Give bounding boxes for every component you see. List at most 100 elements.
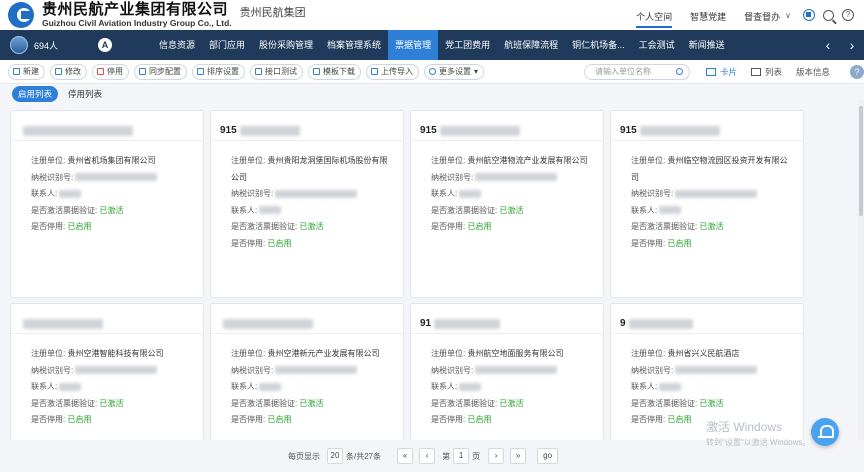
- chevron-down-icon: ▾: [474, 67, 479, 76]
- card-activate-row: 是否激活票据验证: 已激活: [231, 219, 403, 236]
- template-download-button[interactable]: 模板下载: [308, 63, 361, 80]
- vertical-scrollbar[interactable]: [858, 100, 864, 440]
- activate-label: 是否激活票据验证:: [31, 205, 98, 215]
- activate-status: 已激活: [299, 398, 324, 408]
- next-page-button[interactable]: ›: [488, 448, 505, 464]
- nav-scroll-left-icon[interactable]: ‹: [816, 37, 840, 53]
- company-card[interactable]: 915 注册单位: 贵州临空物流园区投资开发有限公司 纳税识别号: 联系人: 是否激…: [610, 110, 804, 298]
- nav-union-test[interactable]: 工会测试: [632, 30, 682, 60]
- app-switch-icon[interactable]: A: [98, 38, 112, 52]
- per-page-select[interactable]: 20: [327, 448, 343, 464]
- card-tax-row: 纳税识别号:: [31, 363, 203, 380]
- sort-icon: [197, 68, 204, 75]
- disabled-label: 是否停用:: [431, 415, 466, 424]
- edit-icon: [55, 68, 62, 75]
- card-unit-row: 注册单位: 贵州省兴义民航酒店: [631, 346, 803, 363]
- nav-tongren-airport[interactable]: 铜仁机场备...: [565, 30, 632, 60]
- card-disabled-row: 是否停用: 已启用: [431, 219, 603, 236]
- sync-config-button[interactable]: 同步配置: [134, 63, 187, 80]
- contact-label: 联系人:: [31, 382, 58, 391]
- notification-bell-icon[interactable]: [811, 418, 839, 446]
- company-card[interactable]: 注册单位: 贵州省机场集团有限公司 纳税识别号: 联系人: 是否激活票据验证: 已…: [10, 110, 204, 298]
- company-card[interactable]: 91 注册单位: 贵州航空地面服务有限公司 纳税识别号: 联系人: 是否激活票据验证…: [410, 303, 604, 440]
- help-icon[interactable]: ?: [850, 65, 864, 79]
- first-page-button[interactable]: «: [397, 448, 414, 464]
- online-users[interactable]: 694人: [0, 30, 86, 60]
- activate-status: 已激活: [99, 205, 124, 215]
- company-card[interactable]: 915 注册单位: 贵州航空港物流产业发展有限公司 纳税识别号: 联系人: 是否激活…: [410, 110, 604, 298]
- card-contact-row: 联系人:: [631, 379, 803, 396]
- tax-code-prefix: 915: [220, 125, 237, 136]
- nav-scroll-right-icon[interactable]: ›: [840, 37, 864, 53]
- redacted-code: [239, 125, 300, 136]
- card-tax-row: 纳税识别号:: [231, 186, 403, 203]
- card-contact-row: 联系人:: [31, 186, 203, 203]
- disable-button[interactable]: 停用: [92, 63, 129, 80]
- more-settings-button[interactable]: 更多设置 ▾: [424, 63, 485, 80]
- tax-label: 纳税识别号:: [31, 365, 74, 375]
- card-tax-row: 纳税识别号:: [231, 363, 403, 380]
- tab-enabled-list[interactable]: 启用列表: [12, 86, 59, 102]
- card-unit-row: 注册单位: 贵州空港智能科技有限公司: [31, 346, 203, 363]
- company-name-cn: 贵州民航产业集团有限公司: [42, 1, 229, 19]
- unit-label: 注册单位:: [431, 156, 466, 165]
- go-button[interactable]: go: [537, 448, 559, 464]
- scrollbar-thumb[interactable]: [859, 106, 863, 216]
- company-card[interactable]: 915 注册单位: 贵州贵阳龙洞堡国际机场股份有限公司 纳税识别号: 联系人: 是否…: [210, 110, 404, 298]
- card-disabled-row: 是否停用: 已启用: [231, 412, 403, 429]
- card-view-toggle[interactable]: 卡片: [706, 66, 737, 78]
- unit-search-input[interactable]: 请输入单位名称: [584, 64, 690, 80]
- nav-invoice-mgmt[interactable]: 票据管理: [388, 30, 439, 60]
- nav-news[interactable]: 新闻推送: [682, 30, 732, 60]
- card-disabled-row: 是否停用: 已启用: [431, 412, 603, 429]
- card-unit-row: 注册单位: 贵州航空港物流产业发展有限公司: [431, 153, 595, 170]
- upload-import-button[interactable]: 上传导入: [366, 63, 419, 80]
- redacted-tax-id: [75, 173, 158, 182]
- redacted-code: [439, 125, 520, 136]
- page-number-input[interactable]: 1: [453, 448, 470, 464]
- edit-button[interactable]: 修改: [50, 63, 87, 80]
- link-smart-party[interactable]: 智慧党建: [690, 0, 726, 30]
- version-info-link[interactable]: 版本信息: [796, 66, 830, 78]
- action-toolbar: 新建 修改 停用 同步配置 排序设置 接口测试 模板下载 上传导入 更多设置 ▾ …: [0, 60, 864, 84]
- card-title: [11, 111, 203, 141]
- plus-icon: [13, 68, 20, 75]
- chevron-down-icon[interactable]: ∨: [785, 11, 791, 20]
- link-supervision[interactable]: 督查督办: [744, 0, 780, 30]
- link-personal-space[interactable]: 个人空间: [636, 0, 673, 30]
- nav-procurement[interactable]: 股份采购管理: [252, 30, 320, 60]
- company-card[interactable]: 注册单位: 贵州空港智能科技有限公司 纳税识别号: 联系人: 是否激活票据验证: …: [10, 303, 204, 440]
- last-page-button[interactable]: »: [510, 448, 527, 464]
- card-tax-row: 纳税识别号:: [631, 186, 803, 203]
- pagination: 每页显示 20 条/共27条 « ‹ 第 1 页 › » go: [0, 446, 864, 466]
- prev-page-button[interactable]: ‹: [419, 448, 436, 464]
- unit-label: 注册单位:: [231, 349, 266, 358]
- sort-settings-button[interactable]: 排序设置: [192, 63, 245, 80]
- sync-icon: [139, 68, 146, 75]
- unit-name: 贵州空港智能科技有限公司: [67, 349, 164, 358]
- nav-party-fees[interactable]: 党工团费用: [438, 30, 497, 60]
- list-view-toggle[interactable]: 列表: [751, 66, 782, 78]
- search-icon[interactable]: [676, 68, 683, 75]
- watermark-line-1: 激活 Windows: [706, 420, 783, 434]
- nav-flight-support[interactable]: 航班保障流程: [497, 30, 565, 60]
- new-button[interactable]: 新建: [8, 63, 45, 80]
- api-test-button[interactable]: 接口测试: [250, 63, 303, 80]
- card-tax-row: 纳税识别号:: [631, 363, 803, 380]
- user-count: 694人: [34, 40, 59, 51]
- redacted-contact: [259, 382, 282, 391]
- activate-status: 已激活: [499, 398, 524, 408]
- tax-code-prefix: 91: [420, 318, 432, 329]
- activate-status: 已激活: [99, 398, 124, 408]
- search-icon[interactable]: [823, 9, 834, 21]
- nav-dept-apps[interactable]: 部门应用: [202, 30, 252, 60]
- contact-label: 联系人:: [631, 382, 658, 391]
- tab-disabled-list[interactable]: 停用列表: [62, 86, 108, 102]
- nav-archives[interactable]: 档案管理系统: [320, 30, 388, 60]
- company-card[interactable]: 注册单位: 贵州空港新元产业发展有限公司 纳税识别号: 联系人: 是否激活票据验证…: [210, 303, 404, 440]
- help-icon[interactable]: ?: [842, 9, 854, 21]
- nav-info-resources[interactable]: 信息资源: [152, 30, 202, 60]
- record-icon[interactable]: [803, 9, 815, 21]
- card-tax-row: 纳税识别号:: [431, 363, 603, 380]
- company-short-name: 贵州民航集团: [239, 7, 306, 19]
